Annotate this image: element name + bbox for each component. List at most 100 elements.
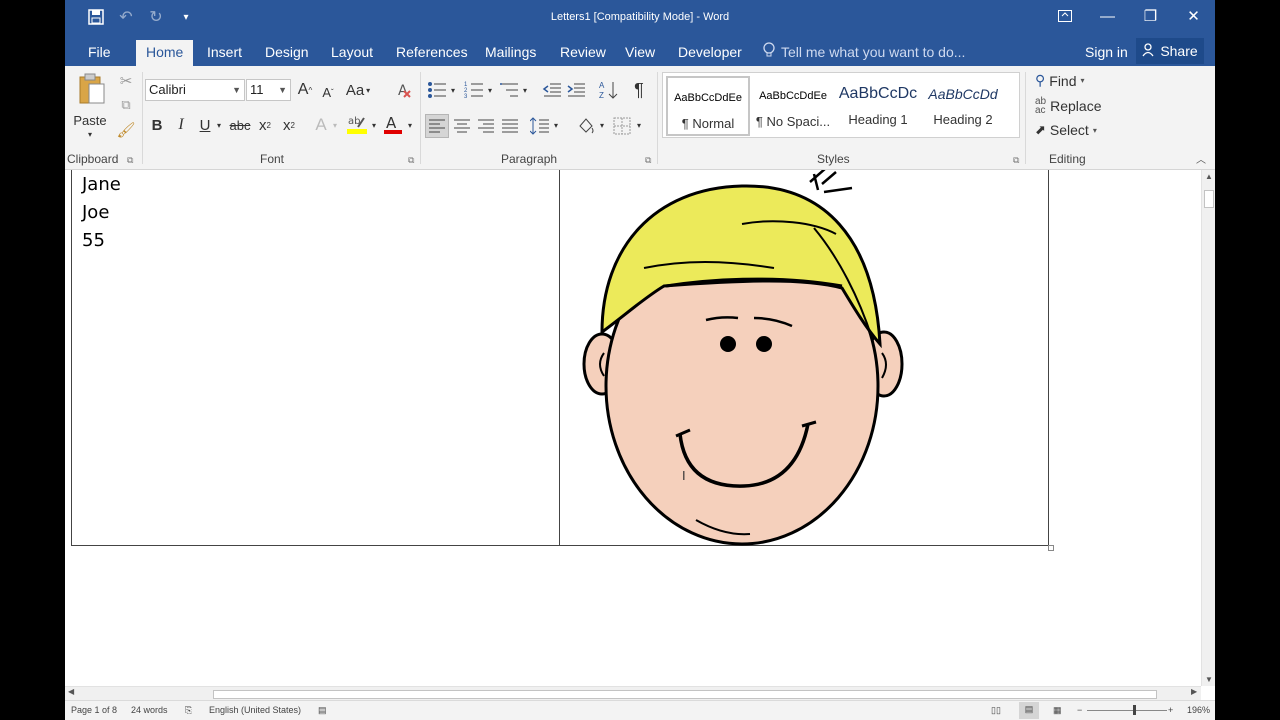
macro-icon[interactable]: ▤ — [318, 705, 327, 716]
tell-me-box[interactable]: Tell me what you want to do... — [763, 42, 965, 61]
paste-icon[interactable] — [77, 72, 107, 106]
change-case-button[interactable]: Aa ▾ — [343, 79, 373, 101]
styles-launcher-icon[interactable]: ⧉ — [1013, 155, 1019, 166]
multilevel-list-icon[interactable] — [499, 79, 521, 101]
horizontal-scroll-thumb[interactable] — [213, 690, 1157, 699]
grow-font-icon[interactable]: A ^ — [295, 79, 315, 101]
clipboard-launcher-icon[interactable]: ⧉ — [127, 155, 133, 166]
zoom-level[interactable]: 196% — [1187, 705, 1210, 715]
chevron-down-icon[interactable]: ▾ — [552, 118, 560, 132]
align-center-icon[interactable] — [450, 114, 474, 138]
align-left-icon[interactable] — [425, 114, 449, 138]
document-area[interactable]: Jane Joe 55 I — [65, 170, 1201, 686]
zoom-slider[interactable] — [1087, 710, 1167, 711]
bold-icon[interactable]: B — [148, 114, 166, 136]
strikethrough-icon[interactable]: abc — [229, 114, 251, 136]
chevron-down-icon[interactable]: ▾ — [370, 118, 378, 132]
numbering-icon[interactable]: 123 — [463, 79, 485, 101]
document-line[interactable]: 55 — [82, 230, 105, 251]
chevron-down-icon[interactable]: ▾ — [406, 118, 414, 132]
paragraph-launcher-icon[interactable]: ⧉ — [645, 155, 651, 166]
ribbon-display-options-icon[interactable] — [1043, 0, 1086, 32]
cartoon-face-image[interactable] — [574, 170, 914, 546]
chevron-down-icon[interactable]: ▾ — [521, 83, 529, 97]
format-painter-icon[interactable]: 🖌 — [116, 121, 135, 139]
tab-mailings[interactable]: Mailings — [475, 40, 546, 66]
cut-icon[interactable]: ✂ — [117, 72, 135, 90]
chevron-down-icon[interactable]: ▾ — [331, 118, 339, 132]
scroll-down-icon[interactable]: ▼ — [1202, 675, 1215, 684]
tab-design[interactable]: Design — [255, 40, 319, 66]
zoom-slider-thumb[interactable] — [1133, 705, 1136, 715]
scroll-left-icon[interactable]: ◀ — [68, 687, 74, 696]
highlight-icon[interactable]: ab — [345, 112, 369, 136]
subscript-icon[interactable]: x2 — [256, 114, 274, 136]
shading-icon[interactable] — [574, 114, 598, 138]
tab-developer[interactable]: Developer — [668, 40, 752, 66]
chevron-down-icon[interactable]: ▼ — [278, 80, 287, 100]
text-effects-icon[interactable]: A — [312, 114, 330, 136]
justify-icon[interactable] — [498, 114, 522, 138]
horizontal-scrollbar[interactable]: ◀ ▶ — [65, 686, 1201, 700]
vertical-scrollbar[interactable]: ▲ ▼ — [1201, 170, 1215, 686]
replace-button[interactable]: ab ac Replace — [1035, 97, 1102, 116]
document-line[interactable]: Joe — [82, 202, 109, 223]
select-button[interactable]: ⬈ Select ▾ — [1035, 122, 1097, 138]
bullets-icon[interactable] — [426, 79, 448, 101]
tab-layout[interactable]: Layout — [321, 40, 383, 66]
zoom-out-icon[interactable]: − — [1077, 705, 1082, 715]
chevron-down-icon[interactable]: ▾ — [598, 118, 606, 132]
close-icon[interactable]: ✕ — [1172, 0, 1215, 32]
find-button[interactable]: ⚲ Find ▾ — [1035, 72, 1085, 89]
zoom-in-icon[interactable]: + — [1168, 705, 1173, 715]
tab-review[interactable]: Review — [550, 40, 616, 66]
scroll-right-icon[interactable]: ▶ — [1191, 687, 1197, 696]
style-heading-2[interactable]: AaBbCcDd Heading 2 — [921, 76, 1005, 136]
chevron-down-icon[interactable]: ▾ — [635, 118, 643, 132]
tab-view[interactable]: View — [615, 40, 665, 66]
language-indicator[interactable]: English (United States) — [209, 705, 301, 715]
tab-home[interactable]: Home — [136, 40, 193, 66]
vertical-scroll-thumb[interactable] — [1204, 190, 1214, 208]
table-resize-handle[interactable] — [1048, 545, 1054, 551]
sort-icon[interactable]: AZ — [598, 79, 620, 101]
italic-icon[interactable]: I — [172, 114, 190, 136]
style-heading-1[interactable]: AaBbCcDc Heading 1 — [836, 76, 920, 136]
clear-formatting-icon[interactable]: A — [395, 79, 415, 101]
share-button[interactable]: Share — [1136, 38, 1204, 64]
font-color-icon[interactable]: A — [381, 112, 405, 136]
document-line[interactable]: Jane — [82, 174, 121, 195]
collapse-ribbon-icon[interactable]: ︿ — [1193, 150, 1209, 166]
paste-label[interactable]: Paste — [73, 112, 107, 128]
tab-references[interactable]: References — [386, 40, 478, 66]
print-layout-icon[interactable]: ▤ — [1019, 702, 1039, 719]
underline-icon[interactable]: U — [196, 114, 214, 136]
increase-indent-icon[interactable] — [565, 79, 587, 101]
show-formatting-icon[interactable]: ¶ — [628, 79, 650, 101]
shrink-font-icon[interactable]: Aˇ — [318, 81, 338, 103]
style-no-spacing[interactable]: AaBbCcDdEe ¶ No Spaci... — [751, 76, 835, 136]
chevron-down-icon[interactable]: ▾ — [215, 118, 223, 132]
word-count[interactable]: 24 words — [131, 705, 168, 715]
decrease-indent-icon[interactable] — [541, 79, 563, 101]
sign-in-link[interactable]: Sign in — [1085, 44, 1128, 60]
chevron-down-icon[interactable]: ▾ — [486, 83, 494, 97]
proofing-icon[interactable]: ⎘ — [185, 705, 192, 716]
tab-file[interactable]: File — [78, 40, 121, 66]
font-size-box[interactable]: 11 ▼ — [246, 79, 291, 101]
font-name-box[interactable]: Calibri ▼ — [145, 79, 245, 101]
chevron-down-icon[interactable]: ▾ — [449, 83, 457, 97]
tab-insert[interactable]: Insert — [197, 40, 252, 66]
copy-icon[interactable]: ⧉ — [117, 96, 135, 114]
page-count[interactable]: Page 1 of 8 — [71, 705, 117, 715]
borders-icon[interactable] — [610, 114, 634, 138]
chevron-down-icon[interactable]: ▼ — [232, 80, 241, 100]
align-right-icon[interactable] — [474, 114, 498, 138]
style-normal[interactable]: AaBbCcDdEe ¶ Normal — [666, 76, 750, 136]
web-layout-icon[interactable]: ▦ — [1053, 705, 1062, 716]
font-launcher-icon[interactable]: ⧉ — [408, 155, 414, 166]
minimize-icon[interactable]: — — [1086, 0, 1129, 32]
line-spacing-icon[interactable] — [529, 114, 551, 138]
scroll-up-icon[interactable]: ▲ — [1202, 172, 1215, 181]
restore-icon[interactable]: ❐ — [1129, 0, 1172, 32]
